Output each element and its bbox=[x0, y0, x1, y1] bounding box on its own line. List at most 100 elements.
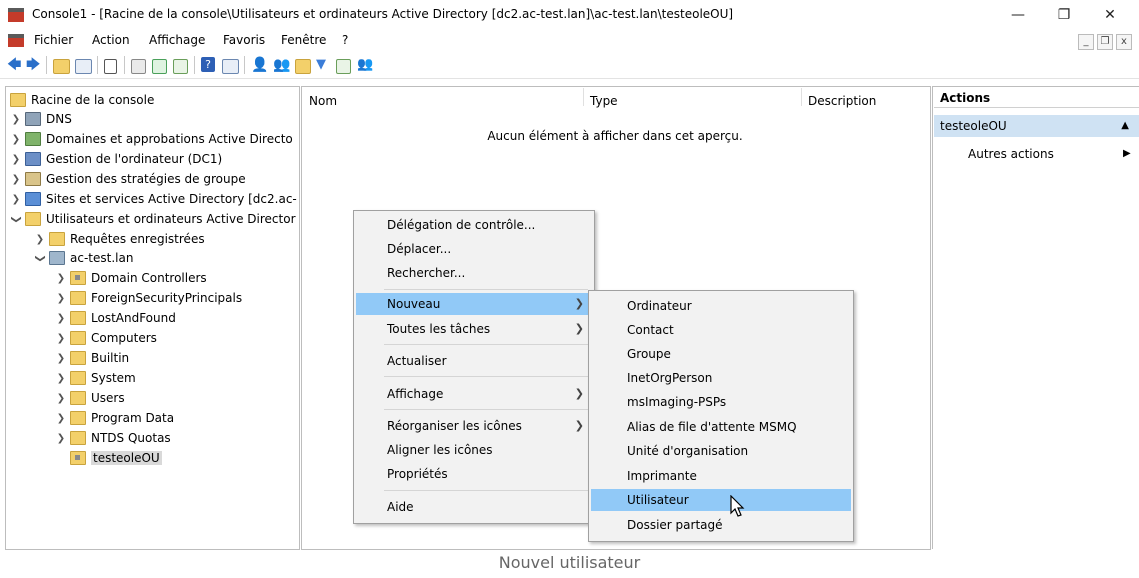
tree-item-dns[interactable]: ❯ DNS bbox=[10, 109, 72, 129]
mdi-restore-button[interactable]: ❐ bbox=[1097, 34, 1113, 50]
menu-item-deplacer[interactable]: Déplacer... bbox=[356, 238, 592, 260]
tree-item-lost-and-found[interactable]: ❯ LostAndFound bbox=[55, 308, 176, 328]
menu-favoris[interactable]: Favoris bbox=[223, 33, 265, 47]
menu-fichier[interactable]: Fichier bbox=[34, 33, 73, 47]
show-hide-tree-icon[interactable] bbox=[75, 59, 92, 74]
submenu-item-msimaging-psps[interactable]: msImaging-PSPs bbox=[591, 391, 851, 413]
tree-item-users[interactable]: ❯ Users bbox=[55, 388, 125, 408]
chevron-right-icon[interactable]: ❯ bbox=[10, 194, 22, 205]
menu-action[interactable]: Action bbox=[92, 33, 130, 47]
menu-item-aligner[interactable]: Aligner les icônes bbox=[356, 439, 592, 461]
help-icon[interactable]: ? bbox=[201, 57, 215, 72]
submenu-item-unite-organisation[interactable]: Unité d'organisation bbox=[591, 440, 851, 462]
new-group-icon[interactable]: 👥 bbox=[273, 57, 290, 73]
menu-item-aide[interactable]: Aide bbox=[356, 496, 592, 518]
submenu-item-dossier-partage[interactable]: Dossier partagé bbox=[591, 514, 851, 536]
tree-item-system[interactable]: ❯ System bbox=[55, 368, 136, 388]
tree-item-builtin[interactable]: ❯ Builtin bbox=[55, 348, 129, 368]
column-header-description[interactable]: Description bbox=[808, 94, 876, 108]
mdi-close-button[interactable]: x bbox=[1116, 34, 1132, 50]
copy-icon[interactable] bbox=[104, 59, 117, 74]
chevron-down-icon[interactable]: ❯ bbox=[35, 252, 46, 264]
column-divider[interactable] bbox=[801, 88, 802, 106]
submenu-arrow-icon[interactable]: ▶ bbox=[1123, 148, 1131, 159]
menu-item-label: Réorganiser les icônes bbox=[387, 419, 522, 433]
find-icon[interactable] bbox=[336, 59, 351, 74]
chevron-right-icon[interactable]: ❯ bbox=[55, 393, 67, 404]
submenu-item-ordinateur[interactable]: Ordinateur bbox=[591, 295, 851, 317]
submenu-item-contact[interactable]: Contact bbox=[591, 319, 851, 341]
chevron-right-icon[interactable]: ❯ bbox=[55, 353, 67, 364]
tree-item-testeoleou[interactable]: testeoleOU bbox=[67, 448, 162, 468]
new-ou-icon[interactable] bbox=[295, 59, 311, 74]
menu-item-rechercher[interactable]: Rechercher... bbox=[356, 262, 592, 284]
mdi-minimize-button[interactable]: _ bbox=[1078, 34, 1094, 50]
up-folder-icon[interactable] bbox=[53, 59, 70, 74]
tree-item-computers[interactable]: ❯ Computers bbox=[55, 328, 157, 348]
chevron-right-icon[interactable]: ❯ bbox=[55, 433, 67, 444]
tree-item-program-data[interactable]: ❯ Program Data bbox=[55, 408, 174, 428]
chevron-right-icon[interactable]: ❯ bbox=[55, 373, 67, 384]
tree-root[interactable]: Racine de la console bbox=[8, 90, 154, 110]
menu-item-actualiser[interactable]: Actualiser bbox=[356, 350, 592, 372]
tree-item-computer-management[interactable]: ❯ Gestion de l'ordinateur (DC1) bbox=[10, 149, 222, 169]
submenu-item-inetorgperson[interactable]: InetOrgPerson bbox=[591, 367, 851, 389]
chevron-right-icon[interactable]: ❯ bbox=[55, 413, 67, 424]
chevron-right-icon[interactable]: ❯ bbox=[55, 333, 67, 344]
chevron-right-icon[interactable]: ❯ bbox=[10, 134, 22, 145]
submenu-item-msmq-alias[interactable]: Alias de file d'attente MSMQ bbox=[591, 416, 851, 438]
menu-item-affichage[interactable]: Affichage ❯ bbox=[356, 383, 592, 405]
menu-item-delegation[interactable]: Délégation de contrôle... bbox=[356, 214, 592, 236]
submenu-item-utilisateur[interactable]: Utilisateur bbox=[591, 489, 851, 511]
tree-item-domain[interactable]: ❯ ac-test.lan bbox=[34, 248, 133, 268]
properties-icon[interactable] bbox=[131, 59, 146, 74]
column-header-name[interactable]: Nom bbox=[309, 94, 337, 108]
minimize-button[interactable]: — bbox=[995, 0, 1041, 30]
tree-item-domain-controllers[interactable]: ❯ Domain Controllers bbox=[55, 268, 207, 288]
filter-icon[interactable]: ▼ bbox=[316, 57, 333, 73]
empty-list-message: Aucun élément à afficher dans cet aperçu… bbox=[487, 129, 743, 143]
menu-help[interactable]: ? bbox=[342, 33, 348, 47]
submenu-item-groupe[interactable]: Groupe bbox=[591, 343, 851, 365]
refresh-icon[interactable] bbox=[152, 59, 167, 74]
chevron-right-icon[interactable]: ❯ bbox=[55, 293, 67, 304]
menu-item-reorganiser[interactable]: Réorganiser les icônes ❯ bbox=[356, 415, 592, 437]
chevron-right-icon[interactable]: ❯ bbox=[10, 174, 22, 185]
close-button[interactable]: ✕ bbox=[1087, 0, 1133, 30]
chevron-down-icon[interactable]: ❯ bbox=[11, 213, 22, 225]
tree-item-foreign-security-principals[interactable]: ❯ ForeignSecurityPrincipals bbox=[55, 288, 242, 308]
chevron-right-icon[interactable]: ❯ bbox=[55, 313, 67, 324]
menu-separator bbox=[384, 409, 588, 410]
folder-icon bbox=[49, 232, 65, 246]
submenu-item-imprimante[interactable]: Imprimante bbox=[591, 465, 851, 487]
add-to-group-icon[interactable]: 👥 bbox=[357, 57, 374, 73]
tree-label: NTDS Quotas bbox=[91, 431, 171, 445]
tree-item-domains-trusts[interactable]: ❯ Domaines et approbations Active Direct… bbox=[10, 129, 293, 149]
collapse-arrow-icon[interactable]: ▲ bbox=[1121, 115, 1129, 137]
action-pane-icon[interactable] bbox=[222, 59, 239, 74]
tree-item-group-policy[interactable]: ❯ Gestion des stratégies de groupe bbox=[10, 169, 246, 189]
menu-fenetre[interactable]: Fenêtre bbox=[281, 33, 326, 47]
chevron-right-icon[interactable]: ❯ bbox=[34, 234, 46, 245]
tree-item-saved-queries[interactable]: ❯ Requêtes enregistrées bbox=[34, 229, 205, 249]
export-list-icon[interactable] bbox=[173, 59, 188, 74]
chevron-right-icon[interactable]: ❯ bbox=[10, 114, 22, 125]
menu-item-toutes-taches[interactable]: Toutes les tâches ❯ bbox=[356, 318, 592, 340]
maximize-button[interactable]: ❐ bbox=[1041, 0, 1087, 30]
forward-arrow-icon[interactable]: 🡆 bbox=[26, 57, 43, 73]
back-arrow-icon[interactable]: 🡄 bbox=[7, 57, 24, 73]
menu-affichage[interactable]: Affichage bbox=[149, 33, 205, 47]
menu-item-nouveau[interactable]: Nouveau ❯ bbox=[356, 293, 592, 315]
column-divider[interactable] bbox=[583, 88, 584, 106]
column-header-type[interactable]: Type bbox=[590, 94, 618, 108]
new-user-icon[interactable]: 👤 bbox=[251, 57, 268, 73]
chevron-right-icon[interactable]: ❯ bbox=[55, 273, 67, 284]
tree-item-aduc[interactable]: ❯ Utilisateurs et ordinateurs Active Dir… bbox=[10, 209, 296, 229]
ou-icon bbox=[70, 271, 86, 285]
tree-item-sites-services[interactable]: ❯ Sites et services Active Directory [dc… bbox=[10, 189, 297, 209]
actions-section-testeoleou[interactable]: testeoleOU ▲ bbox=[934, 115, 1139, 137]
chevron-right-icon[interactable]: ❯ bbox=[10, 154, 22, 165]
tree-item-ntds-quotas[interactable]: ❯ NTDS Quotas bbox=[55, 428, 171, 448]
action-more-actions[interactable]: Autres actions bbox=[968, 147, 1054, 161]
menu-item-proprietes[interactable]: Propriétés bbox=[356, 463, 592, 485]
